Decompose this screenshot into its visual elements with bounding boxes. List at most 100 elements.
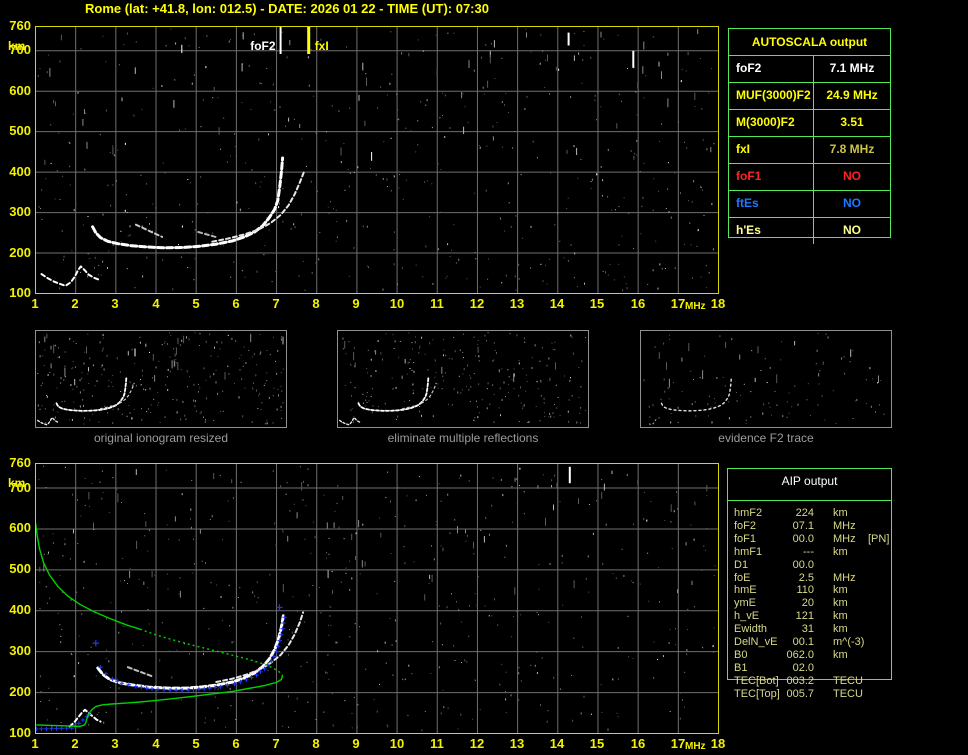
table-row-fof2: foF2 7.1 MHz: [729, 56, 890, 82]
parameter-value: NO: [843, 223, 861, 237]
x-axis-tick-13: 13: [509, 736, 525, 751]
parameter-unit: MHz: [833, 532, 856, 545]
thumb-1-canvas: [337, 330, 589, 428]
parameter-label: D1: [734, 558, 749, 571]
electron-density-profile-lower-trace: [36, 675, 284, 728]
parameter-label: MUF(3000)F2: [729, 83, 814, 109]
x-axis-tick-3: 3: [111, 736, 119, 751]
mini-trace: [648, 417, 658, 426]
x-axis-tick-14: 14: [549, 296, 565, 311]
x-axis-tick-8: 8: [312, 296, 320, 311]
y-axis-tick-760: 760: [9, 18, 31, 33]
x-axis-tick-4: 4: [152, 736, 160, 751]
thumbnail-original-ionogram: [35, 330, 287, 428]
x-axis-tick-10: 10: [389, 296, 405, 311]
y-axis-tick-760: 760: [9, 455, 31, 470]
parameter-value: 24.9 MHz: [826, 88, 878, 102]
x-axis-tick-2: 2: [71, 736, 79, 751]
x-axis-tick-10: 10: [389, 736, 405, 751]
x-axis-tick-1: 1: [31, 296, 39, 311]
parameter-value: 00.0: [792, 532, 814, 545]
x-axis-tick-12: 12: [469, 736, 485, 751]
parameter-value: 07.1: [792, 519, 814, 532]
parameter-label: B0: [734, 648, 748, 661]
mini-trace: [55, 377, 128, 412]
table-row-h-ve: h_vE 121 km: [728, 610, 891, 623]
parameter-value: 121: [795, 610, 814, 623]
x-axis-tick-9: 9: [352, 296, 360, 311]
scaled-e-trace-trace: [34, 712, 92, 732]
table-row-fof2: foF2 07.1 MHz: [728, 520, 891, 533]
table-row-hme: hmE 110 km: [728, 584, 891, 597]
parameter-value: NO: [843, 196, 861, 210]
thumbnail-eliminate-reflections: [337, 330, 589, 428]
grid-lines: [35, 26, 719, 294]
x-axis-tick-16: 16: [630, 736, 646, 751]
table-row-foe: foE 2.5 MHz: [728, 572, 891, 585]
table-row-d1: D1 00.0: [728, 559, 891, 572]
table-row-tec-top-: TEC[Top] 005.7 TECU: [728, 688, 891, 701]
autoscala-output-table: AUTOSCALA output foF2 7.1 MHz MUF(3000)F2 2…: [728, 28, 891, 244]
bright-noise-streak: [567, 32, 570, 46]
thumb-2-canvas: [640, 330, 892, 428]
bright-noise-streak: [568, 466, 571, 484]
x-axis-tick-18: 18: [710, 736, 726, 751]
mini-trace: [99, 382, 135, 410]
thumbnail-caption: eliminate multiple reflections: [387, 431, 539, 445]
parameter-value: NO: [843, 169, 861, 183]
x-axis-tick-11: 11: [430, 296, 444, 311]
parameter-label: M(3000)F2: [729, 110, 814, 136]
marker-label-fof2: foF2: [250, 39, 276, 53]
parameter-label: foF1: [734, 532, 757, 545]
y-axis-tick-400: 400: [9, 602, 31, 617]
mini-trace: [401, 382, 437, 410]
y-axis-unit: km: [8, 476, 26, 490]
parameter-value: 110: [796, 584, 814, 597]
y-axis-tick-600: 600: [9, 83, 31, 98]
x-axis-tick-16: 16: [630, 296, 646, 311]
y-axis-tick-500: 500: [9, 123, 31, 138]
echo-noise: [38, 465, 716, 732]
parameter-value: 224: [795, 507, 814, 519]
parameter-value: 00.1: [792, 636, 814, 648]
parameter-label: foE: [734, 571, 751, 584]
x-axis-tick-2: 2: [71, 296, 79, 311]
table-row-b0: B0 062.0 km: [728, 649, 891, 662]
table-row-ewidth: Ewidth 31 km: [728, 623, 891, 636]
oblique-fragment-1-trace: [134, 223, 164, 238]
marker-label-fxi: fxI: [315, 39, 329, 53]
x-axis-tick-4: 4: [152, 296, 160, 311]
mini-trace: [660, 377, 732, 412]
ionogram-plot-top: foF2 fxI: [35, 26, 719, 294]
parameter-label: h_vE: [734, 610, 760, 623]
x-axis-tick-6: 6: [232, 296, 240, 311]
parameter-value: 3.51: [840, 115, 864, 129]
x-axis-tick-15: 15: [589, 736, 605, 751]
x-axis-tick-3: 3: [111, 296, 119, 311]
parameter-label: B1: [734, 661, 748, 674]
x-axis-unit: MHz: [685, 301, 706, 312]
table-row-fof1: foF1 NO: [729, 163, 890, 190]
parameter-unit: km: [833, 507, 848, 519]
table-row-tec-bot-: TEC[Bot] 003.2 TECU: [728, 675, 891, 688]
x-axis-tick-18: 18: [710, 296, 726, 311]
x-axis-tick-5: 5: [192, 736, 200, 751]
x-axis-tick-7: 7: [272, 296, 280, 311]
table-row-hmf1: hmF1 --- km: [728, 546, 891, 559]
y-axis-unit: km: [8, 39, 26, 53]
y-axis-tick-400: 400: [9, 164, 31, 179]
parameter-unit: km: [833, 597, 848, 610]
autoscala-table-rows: foF2 7.1 MHz MUF(3000)F2 24.9 MHz M(3000)F2 3…: [729, 56, 890, 244]
parameter-label: hmE: [734, 584, 757, 597]
x-axis-tick-1: 1: [31, 736, 39, 751]
parameter-unit: m^(-3): [833, 636, 865, 648]
parameter-value: 7.8 MHz: [829, 142, 875, 156]
x-axis-tick-13: 13: [509, 296, 525, 311]
electron-density-profile-upper-trace: [34, 522, 141, 630]
thumb-0-canvas: [35, 330, 287, 428]
parameter-label: foF2: [734, 519, 757, 532]
parameter-unit: km: [833, 584, 848, 597]
e-region-trace-trace: [40, 265, 100, 287]
x-axis-tick-6: 6: [232, 736, 240, 751]
y-axis-tick-300: 300: [9, 204, 31, 219]
